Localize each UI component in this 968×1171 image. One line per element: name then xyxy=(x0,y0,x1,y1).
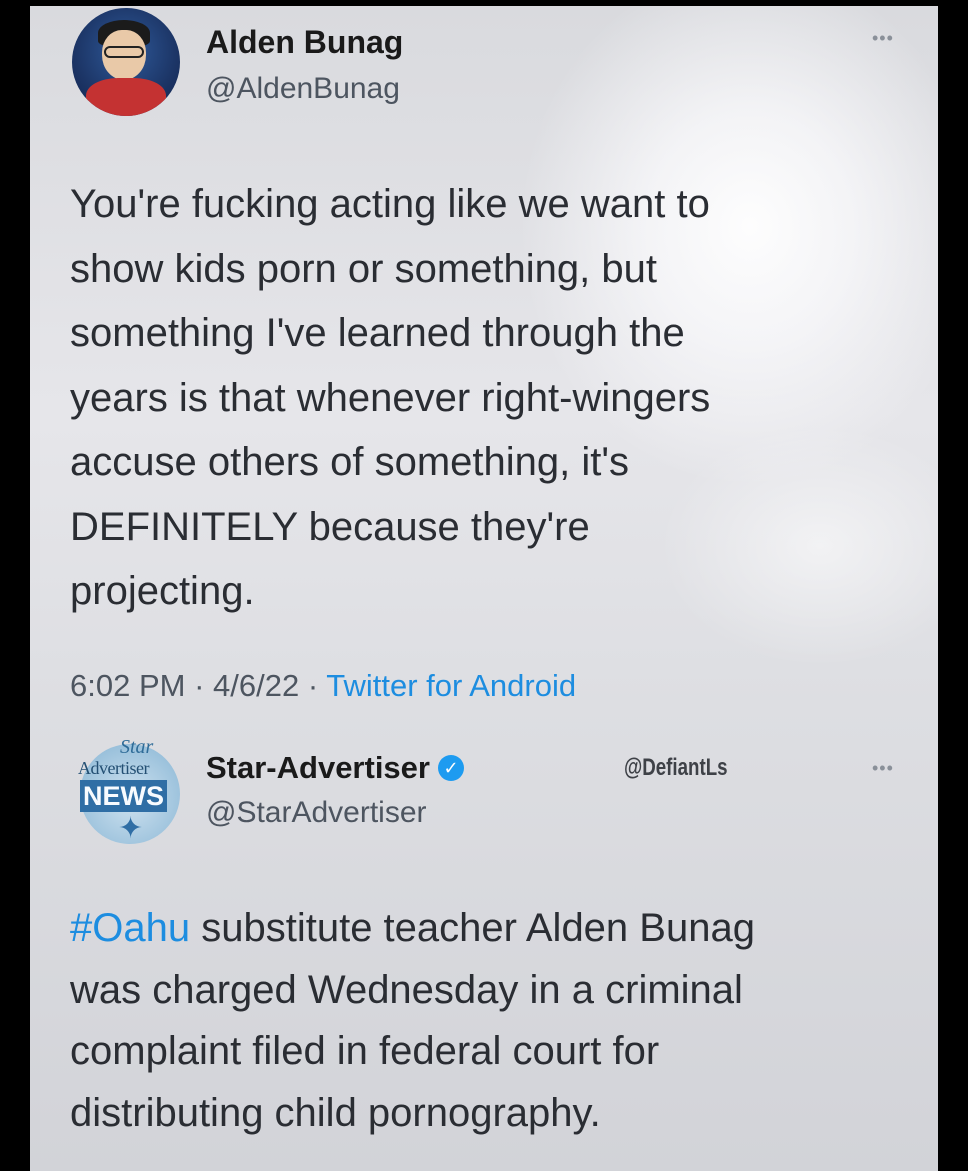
author-handle[interactable]: @AldenBunag xyxy=(206,72,400,106)
avatar-glasses xyxy=(104,46,144,58)
avatar-shirt xyxy=(86,78,166,116)
avatar[interactable] xyxy=(72,8,180,116)
tweet-alden-bunag: Alden Bunag @AldenBunag ••• You're fucki… xyxy=(30,6,938,726)
tweet-text-line: distributing child pornography. xyxy=(70,1090,601,1135)
tweet-star-advertiser: Star Advertiser NEWS ✦ Star-Advertiser ✓ … xyxy=(30,726,938,1171)
meta-separator: · xyxy=(307,668,327,703)
logo-text-news: NEWS xyxy=(80,780,167,812)
photo-frame: Alden Bunag @AldenBunag ••• You're fucki… xyxy=(0,0,968,1171)
tweet-text-line: #Oahu substitute teacher Alden Bunag xyxy=(70,898,910,960)
tweet-text-line: was charged Wednesday in a criminal xyxy=(70,967,743,1012)
logo-text-star: Star xyxy=(120,736,154,758)
tweet-text-line: accuse others of something, it's xyxy=(70,440,630,484)
tweet-text-line: years is that whenever right-wingers xyxy=(70,375,711,420)
tweet-source-link[interactable]: Twitter for Android xyxy=(326,668,576,703)
tweet-text-line: DEFINITELY because they're xyxy=(70,504,590,549)
tweet-text-fragment: substitute teacher Alden Bunag xyxy=(190,906,755,950)
author-name[interactable]: Alden Bunag xyxy=(206,24,403,61)
more-options-icon[interactable]: ••• xyxy=(872,28,894,49)
hashtag-link[interactable]: #Oahu xyxy=(70,906,190,950)
tweet-text-line: complaint filed in federal court for xyxy=(70,1029,660,1073)
author-name-text: Star-Advertiser xyxy=(206,750,430,785)
tweet-text-line: You're fucking acting like we want to xyxy=(70,182,710,226)
star-advertiser-logo[interactable]: Star Advertiser NEWS ✦ xyxy=(68,736,188,846)
logo-text-advertiser: Advertiser xyxy=(78,758,149,778)
tweet-text-line: projecting. xyxy=(70,569,255,613)
star-icon: ✦ xyxy=(118,812,144,845)
tweet-text-line: something I've learned through the xyxy=(70,311,685,355)
watermark: @DefiantLs xyxy=(624,754,728,781)
phone-screen: Alden Bunag @AldenBunag ••• You're fucki… xyxy=(30,6,938,1171)
author-handle[interactable]: @StarAdvertiser xyxy=(206,796,427,830)
tweet-text: #Oahu substitute teacher Alden Bunag was… xyxy=(70,898,910,1144)
author-name[interactable]: Star-Advertiser ✓ xyxy=(206,750,464,786)
tweet-time[interactable]: 6:02 PM xyxy=(70,668,185,703)
tweet-date[interactable]: 4/6/22 xyxy=(213,668,299,703)
meta-separator: · xyxy=(194,668,214,703)
verified-badge-icon: ✓ xyxy=(437,754,464,781)
tweet-text: You're fucking acting like we want to sh… xyxy=(70,172,890,624)
more-options-icon[interactable]: ••• xyxy=(872,758,894,779)
tweet-text-line: show kids porn or something, but xyxy=(70,246,657,291)
tweet-meta: 6:02 PM · 4/6/22 · Twitter for Android xyxy=(70,668,576,704)
